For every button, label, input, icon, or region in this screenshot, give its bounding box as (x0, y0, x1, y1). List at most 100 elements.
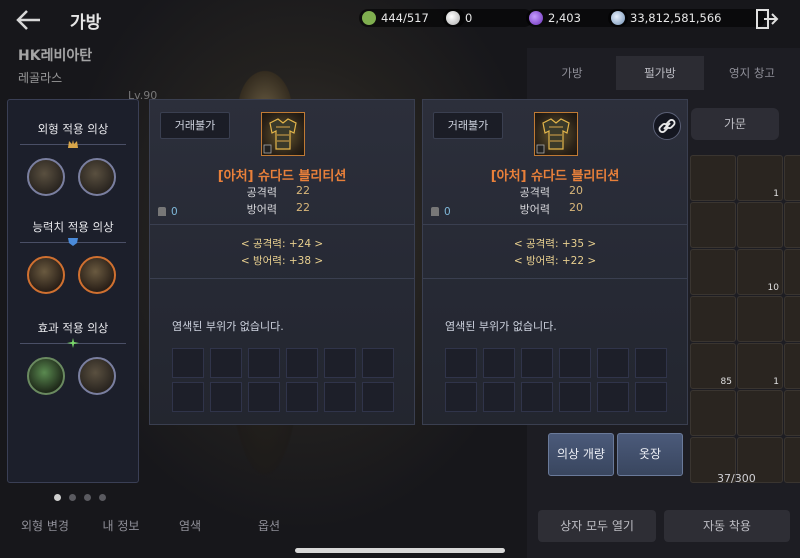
appearance-armor-slot[interactable] (78, 158, 116, 196)
divider (150, 278, 414, 279)
page-indicator (54, 486, 114, 505)
inventory-slot[interactable] (737, 296, 783, 342)
inventory-slot[interactable] (784, 390, 800, 436)
weight-value: 444/517 (381, 11, 429, 25)
dye-slot[interactable] (286, 348, 318, 378)
inventory-slot[interactable]: 1 (784, 202, 800, 248)
stat-armor-slot[interactable] (78, 256, 116, 294)
slot-count-badge: 1 (773, 377, 779, 387)
armor-icon (536, 118, 570, 154)
item-icon[interactable] (534, 112, 578, 156)
tab-territory-storage[interactable]: 영지 창고 (706, 56, 798, 90)
defense-value: 22 (296, 201, 310, 214)
dye-slot[interactable] (559, 382, 591, 412)
stat-weapon-slot[interactable] (27, 256, 65, 294)
defense-value: 20 (569, 201, 583, 214)
dye-slot[interactable] (324, 382, 356, 412)
effect-top-slot[interactable] (27, 357, 65, 395)
crystal-icon (529, 11, 543, 25)
dye-slot[interactable] (559, 348, 591, 378)
dye-status-message: 염색된 부위가 없습니다. (445, 320, 557, 333)
outfit-upgrade-button[interactable]: 의상 개량 (548, 433, 614, 476)
home-indicator[interactable] (295, 548, 505, 553)
exit-icon[interactable] (755, 8, 779, 30)
attack-value: 22 (296, 184, 310, 197)
character-server: 레골라스 (18, 71, 63, 85)
tab-my-info[interactable]: 내 정보 (86, 512, 156, 540)
pearl-value: 0 (465, 11, 473, 25)
defense-label: 방어력 (246, 203, 277, 216)
dye-slot[interactable] (445, 348, 477, 378)
item-weight: 0 (158, 206, 178, 218)
inventory-slot[interactable] (737, 390, 783, 436)
inventory-slot[interactable]: 85 (690, 343, 736, 389)
inventory-slot[interactable] (690, 390, 736, 436)
dye-slot[interactable] (483, 382, 515, 412)
bonus-defense: < 방어력: +22 > (513, 255, 597, 267)
tab-option[interactable]: 옵션 (244, 512, 294, 540)
dye-slot[interactable] (597, 348, 629, 378)
outfit-panel: 외형 적용 의상 능력치 적용 의상 효과 적용 의상 (7, 99, 139, 483)
back-button[interactable] (14, 8, 44, 32)
item-weight: 0 (431, 206, 451, 218)
dye-slot[interactable] (248, 348, 280, 378)
inventory-slot[interactable] (784, 343, 800, 389)
inventory-slot[interactable] (690, 296, 736, 342)
inventory-slot[interactable] (737, 202, 783, 248)
dye-slot[interactable] (362, 382, 394, 412)
compare-item-card: 거래불가 [아처] 슈다드 블리티션 공격력 20 방어력 20 0 < 공격력… (422, 99, 688, 425)
dye-slot[interactable] (483, 348, 515, 378)
inventory-slot[interactable] (690, 155, 736, 201)
link-button[interactable] (653, 112, 681, 140)
character-name: HK레비아탄 (18, 48, 93, 64)
tab-appearance-change[interactable]: 외형 변경 (8, 512, 82, 540)
sparkle-icon (67, 338, 79, 348)
divider (423, 224, 687, 225)
open-all-boxes-button[interactable]: 상자 모두 열기 (538, 510, 656, 542)
auto-equip-button[interactable]: 자동 착용 (664, 510, 790, 542)
silver-value: 33,812,581,566 (630, 11, 722, 25)
wardrobe-button[interactable]: 옷장 (617, 433, 683, 476)
inventory-slot[interactable] (690, 202, 736, 248)
family-tab[interactable]: 가문 (691, 108, 779, 140)
crystal-value: 2,403 (548, 11, 581, 25)
dye-slot[interactable] (324, 348, 356, 378)
item-name: [아처] 슈다드 블리티션 (490, 169, 620, 184)
dye-slot[interactable] (445, 382, 477, 412)
inventory-slot[interactable] (690, 249, 736, 295)
dye-slot[interactable] (597, 382, 629, 412)
dye-slot[interactable] (172, 382, 204, 412)
silver-resource: 33,812,581,566 (608, 9, 766, 27)
weight-icon (362, 11, 376, 25)
dye-slot[interactable] (210, 382, 242, 412)
dye-slot[interactable] (362, 348, 394, 378)
inventory-slot[interactable]: 1 (737, 155, 783, 201)
dye-slot[interactable] (210, 348, 242, 378)
inventory-slot[interactable]: 1 (737, 343, 783, 389)
dye-slot[interactable] (635, 382, 667, 412)
divider (423, 278, 687, 279)
tab-pearl-bag[interactable]: 펄가방 (616, 56, 704, 90)
dye-slot[interactable] (521, 382, 553, 412)
dye-slot[interactable] (172, 348, 204, 378)
tab-bag[interactable]: 가방 (530, 56, 614, 90)
appearance-outfit-title: 외형 적용 의상 (37, 122, 109, 136)
inventory-slot[interactable] (784, 296, 800, 342)
effect-armor-slot[interactable] (78, 357, 116, 395)
inventory-slot[interactable] (784, 437, 800, 483)
weight-icon (158, 207, 166, 216)
inventory-slot[interactable] (784, 249, 800, 295)
dye-slot[interactable] (635, 348, 667, 378)
dye-slot[interactable] (248, 382, 280, 412)
dye-slot[interactable] (286, 382, 318, 412)
item-icon[interactable] (261, 112, 305, 156)
dye-slot[interactable] (521, 348, 553, 378)
page-title: 가방 (70, 13, 102, 33)
inventory-slot[interactable] (784, 155, 800, 201)
current-item-card: 거래불가 [아처] 슈다드 블리티션 공격력 22 방어력 22 0 < 공격력… (149, 99, 415, 425)
tab-dye[interactable]: 염색 (160, 512, 220, 540)
inventory-slot[interactable]: 10 (737, 249, 783, 295)
appearance-weapon-slot[interactable] (27, 158, 65, 196)
item-weight-value: 0 (171, 206, 178, 218)
bonus-attack: < 공격력: +24 > (240, 238, 324, 250)
